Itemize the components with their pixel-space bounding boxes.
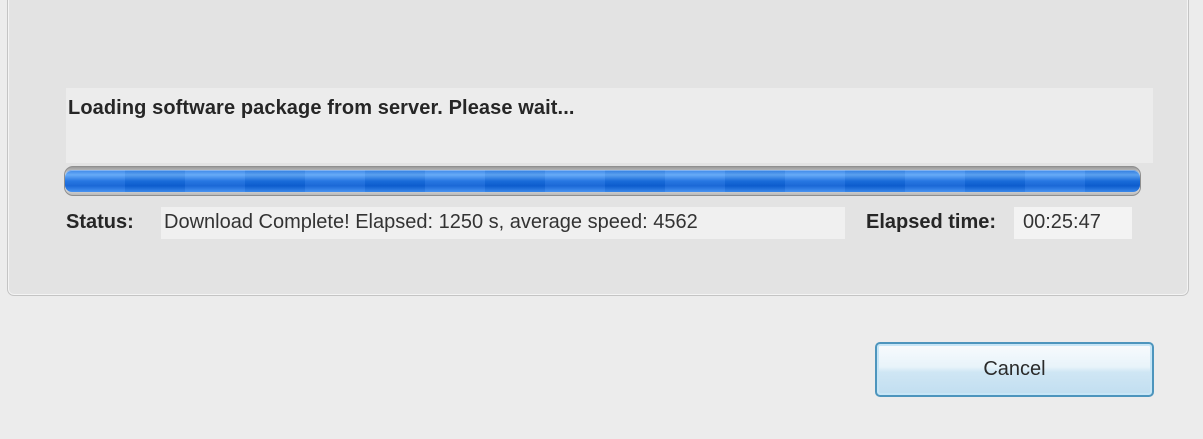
elapsed-time-label: Elapsed time: [866,211,997,233]
cancel-button-label: Cancel [983,358,1046,380]
elapsed-time-value-field: 00:25:47 [1014,207,1132,239]
elapsed-time-value: 00:25:47 [1023,211,1101,233]
cancel-button[interactable]: Cancel [875,342,1154,397]
elapsed-time-label-field: Elapsed time: [859,207,1004,239]
status-row: Status: Download Complete! Elapsed: 1250… [66,207,1136,239]
status-value: Download Complete! Elapsed: 1250 s, aver… [164,211,698,233]
download-progress-bar [64,166,1141,196]
loading-message: Loading software package from server. Pl… [68,97,575,119]
download-progress-fill [65,170,1140,192]
download-dialog: Loading software package from server. Pl… [0,0,1203,439]
status-label: Status: [66,211,134,233]
status-value-field: Download Complete! Elapsed: 1250 s, aver… [161,207,845,239]
